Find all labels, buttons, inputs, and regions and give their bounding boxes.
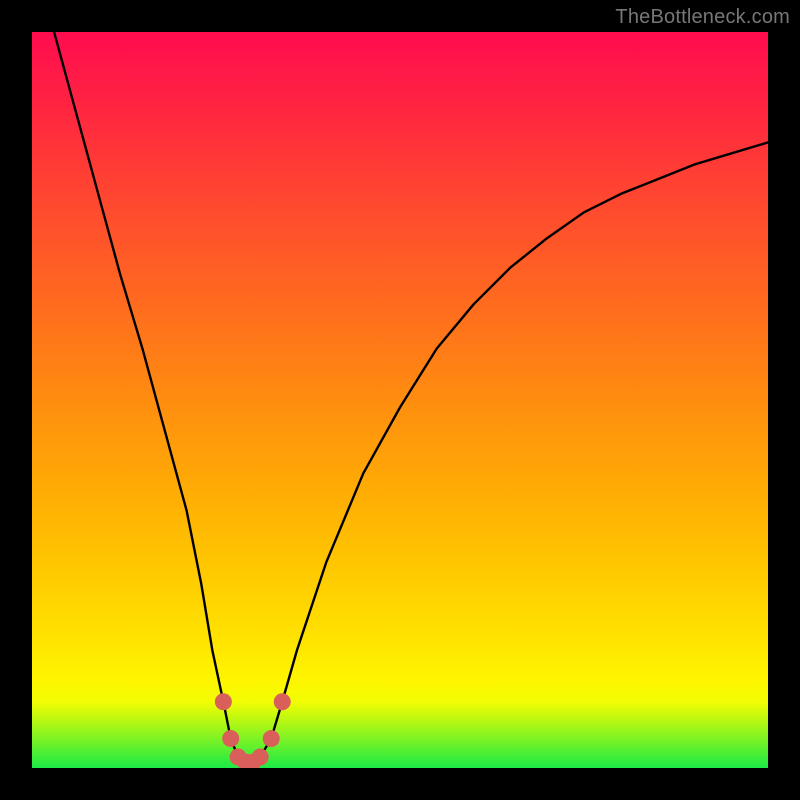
chart-svg — [32, 32, 768, 768]
curve-marker — [215, 693, 232, 710]
watermark-text: TheBottleneck.com — [615, 6, 790, 29]
curve-markers — [215, 693, 291, 768]
chart-frame: TheBottleneck.com — [0, 0, 800, 800]
plot-area — [32, 32, 768, 768]
curve-marker — [222, 730, 239, 747]
bottleneck-curve — [54, 32, 768, 762]
curve-marker — [263, 730, 280, 747]
curve-marker — [274, 693, 291, 710]
curve-marker — [252, 748, 269, 765]
